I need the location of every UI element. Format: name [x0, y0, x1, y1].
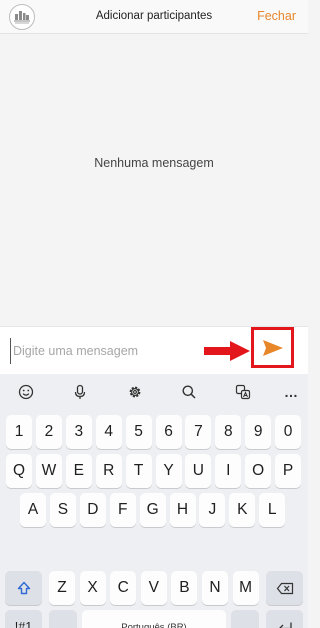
search-icon[interactable] [177, 381, 201, 403]
emoji-icon[interactable] [14, 381, 38, 403]
message-list: Nenhuma mensagem [0, 34, 308, 326]
letter-key[interactable]: N [202, 571, 228, 605]
number-key[interactable]: 6 [155, 415, 182, 449]
pointer-arrow-icon [204, 341, 250, 361]
enter-key[interactable] [266, 610, 303, 628]
empty-state-text: Nenhuma mensagem [94, 156, 214, 170]
space-key[interactable]: Português (BR) [82, 610, 226, 628]
letter-key[interactable]: L [259, 493, 286, 527]
symbols-key[interactable]: !#1 [5, 610, 42, 628]
enter-icon [278, 622, 292, 628]
letter-key[interactable]: O [245, 454, 272, 488]
number-key[interactable]: 9 [245, 415, 272, 449]
keyboard-toolbar: … [0, 374, 308, 410]
letter-key[interactable]: R [95, 454, 122, 488]
letter-key[interactable]: I [215, 454, 242, 488]
letter-key[interactable]: D [79, 493, 106, 527]
backspace-key[interactable] [266, 571, 303, 605]
period-key[interactable]: . [231, 610, 259, 628]
shift-key[interactable] [5, 571, 42, 605]
letter-key[interactable]: X [79, 571, 106, 605]
letter-key[interactable]: Z [49, 571, 75, 605]
send-button[interactable] [251, 327, 294, 368]
number-key[interactable]: 0 [275, 415, 302, 449]
comma-key[interactable]: , [49, 610, 77, 628]
letter-key[interactable]: V [140, 571, 167, 605]
message-composer [0, 326, 308, 374]
letter-key[interactable]: Q [6, 454, 32, 488]
number-key[interactable]: 3 [65, 415, 92, 449]
letter-key[interactable]: J [199, 493, 226, 527]
message-input[interactable] [10, 338, 210, 364]
letter-key[interactable]: G [139, 493, 166, 527]
letter-key[interactable]: M [232, 571, 259, 605]
number-key[interactable]: 8 [215, 415, 242, 449]
send-icon [262, 339, 283, 356]
letter-key[interactable]: W [35, 454, 62, 488]
close-button[interactable]: Fechar [257, 9, 296, 23]
number-key[interactable]: 7 [185, 415, 212, 449]
letter-key[interactable]: C [110, 571, 137, 605]
number-key[interactable]: 1 [6, 415, 32, 449]
letter-key[interactable]: H [169, 493, 196, 527]
translate-icon[interactable] [231, 381, 255, 403]
microphone-icon[interactable] [68, 381, 92, 403]
letter-key[interactable]: S [49, 493, 76, 527]
number-key[interactable]: 2 [35, 415, 62, 449]
letter-key[interactable]: T [125, 454, 152, 488]
letter-key[interactable]: B [171, 571, 198, 605]
letter-key[interactable]: Y [155, 454, 182, 488]
shift-arrow-icon [17, 581, 30, 595]
letter-key[interactable]: E [65, 454, 92, 488]
letter-key[interactable]: F [109, 493, 136, 527]
backspace-icon [276, 582, 293, 594]
settings-gear-icon[interactable] [123, 381, 147, 403]
number-key[interactable]: 4 [95, 415, 122, 449]
letter-key[interactable]: A [20, 493, 46, 527]
letter-key[interactable]: P [275, 454, 302, 488]
letter-key[interactable]: K [229, 493, 256, 527]
letter-key[interactable]: U [185, 454, 212, 488]
number-key[interactable]: 5 [125, 415, 152, 449]
more-icon[interactable]: … [279, 381, 303, 403]
header-bar: Adicionar participantes Fechar [0, 0, 308, 34]
keyboard: 1234567890 QWERTYUIOP ASDFGHJKL ZXCVBNM … [0, 410, 308, 628]
